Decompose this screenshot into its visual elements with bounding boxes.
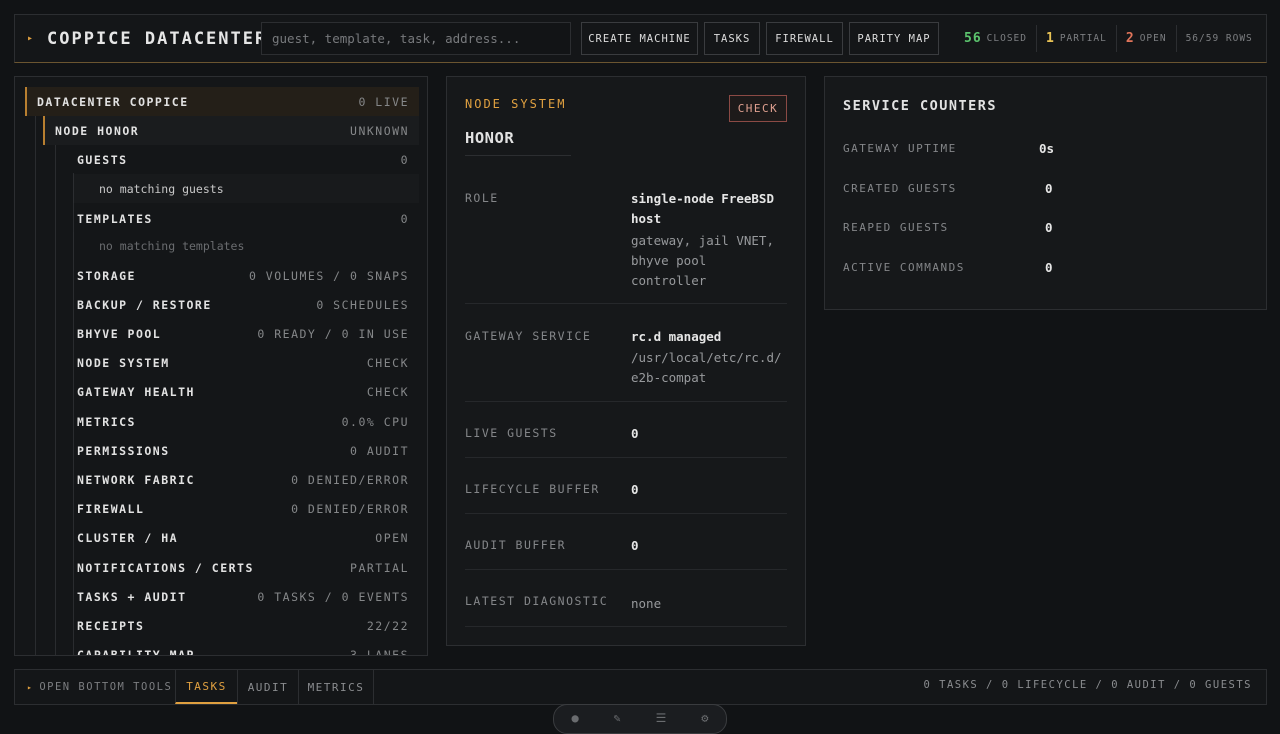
detail-row-latest-diagnostic: LATEST DIAGNOSTIC none: [465, 592, 787, 627]
templates-empty-message: no matching templates: [73, 232, 419, 260]
closed-count: 56 CLOSED: [964, 31, 1027, 46]
top-bar: ▸ COPPICE DATACENTER CREATE MACHINE TASK…: [14, 14, 1267, 63]
expand-caret-icon: ▸: [27, 682, 34, 692]
tree-item-capability-map[interactable]: CAPABILITY MAP 3 LANES: [77, 641, 419, 655]
tasks-button[interactable]: TASKS: [704, 22, 760, 55]
bottom-summary: 0 TASKS / 0 LIFECYCLE / 0 AUDIT / 0 GUES…: [923, 679, 1252, 691]
detail-row-live-guests: LIVE GUESTS 0: [465, 424, 787, 458]
service-counters-title: SERVICE COUNTERS: [843, 98, 998, 114]
counter-active-commands: ACTIVE COMMANDS 0: [843, 259, 1053, 275]
app-title: COPPICE DATACENTER: [47, 28, 268, 49]
open-bottom-tools-toggle[interactable]: ▸ OPEN BOTTOM TOOLS: [27, 670, 172, 704]
menu-icon[interactable]: ☰: [656, 711, 667, 725]
node-system-panel: NODE SYSTEM HONOR CHECK ROLE single-node…: [446, 76, 806, 646]
open-count: 2 OPEN: [1115, 25, 1176, 52]
node-title: HONOR: [465, 129, 571, 156]
create-machine-button[interactable]: CREATE MACHINE: [581, 22, 698, 55]
brush-icon[interactable]: ✎: [614, 711, 621, 725]
tree-item-firewall[interactable]: FIREWALL 0 DENIED/ERROR: [77, 495, 419, 524]
guests-empty-message: no matching guests: [73, 174, 419, 203]
firewall-button[interactable]: FIREWALL: [766, 22, 843, 55]
user-icon[interactable]: ●: [571, 711, 578, 725]
tree-item-node[interactable]: NODE HONOR UNKNOWN: [43, 116, 419, 145]
detail-row-audit-buffer: AUDIT BUFFER 0: [465, 536, 787, 570]
status-counts: 56 CLOSED 1 PARTIAL 2 OPEN 56/59 ROWS: [955, 15, 1262, 62]
tree-item-bhyve-pool[interactable]: BHYVE POOL 0 READY / 0 IN USE: [77, 319, 419, 348]
check-button[interactable]: CHECK: [729, 95, 787, 122]
collapse-caret-icon[interactable]: ▸: [27, 33, 39, 44]
detail-row-role: ROLE single-node FreeBSD host gateway, j…: [465, 189, 787, 304]
partial-count: 1 PARTIAL: [1035, 25, 1116, 52]
tree-item-metrics[interactable]: METRICS 0.0% CPU: [77, 407, 419, 436]
counter-gateway-uptime: GATEWAY UPTIME 0s: [843, 140, 1055, 156]
tree-item-node-system[interactable]: NODE SYSTEM CHECK: [77, 349, 419, 378]
tree-item-gateway-health[interactable]: GATEWAY HEALTH CHECK: [77, 378, 419, 407]
tree-item-network-fabric[interactable]: NETWORK FABRIC 0 DENIED/ERROR: [77, 465, 419, 494]
gear-icon[interactable]: ⚙: [701, 711, 708, 725]
tree-item-tasks-audit[interactable]: TASKS + AUDIT 0 TASKS / 0 EVENTS: [77, 582, 419, 611]
counter-reaped-guests: REAPED GUESTS 0: [843, 219, 1053, 235]
section-label: NODE SYSTEM: [465, 97, 567, 111]
resource-tree: DATACENTER COPPICE 0 LIVE NODE HONOR UNK…: [14, 76, 428, 656]
tree-guide: [35, 115, 36, 655]
detail-row-gateway-service: GATEWAY SERVICE rc.d managed /usr/local/…: [465, 327, 787, 402]
parity-map-button[interactable]: PARITY MAP: [849, 22, 939, 55]
counter-created-guests: CREATED GUESTS 0: [843, 180, 1053, 196]
service-counters-panel: SERVICE COUNTERS GATEWAY UPTIME 0s CREAT…: [824, 76, 1267, 310]
tree-item-notifications-certs[interactable]: NOTIFICATIONS / CERTS PARTIAL: [77, 553, 419, 582]
tree-item-backup-restore[interactable]: BACKUP / RESTORE 0 SCHEDULES: [77, 290, 419, 319]
row-count: 56/59 ROWS: [1175, 25, 1262, 52]
tab-audit[interactable]: AUDIT: [237, 670, 298, 704]
bottom-tools-bar: ▸ OPEN BOTTOM TOOLS TASKS AUDIT METRICS …: [14, 669, 1267, 705]
tree-item-guests[interactable]: GUESTS 0: [77, 145, 419, 174]
tree-item-receipts[interactable]: RECEIPTS 22/22: [77, 611, 419, 640]
tree-guide: [55, 144, 56, 655]
dock-toolbar: ● ✎ ☰ ⚙: [553, 704, 727, 734]
tree-item-cluster-ha[interactable]: CLUSTER / HA OPEN: [77, 524, 419, 553]
tree-item-datacenter[interactable]: DATACENTER COPPICE 0 LIVE: [25, 87, 419, 116]
tree-item-permissions[interactable]: PERMISSIONS 0 AUDIT: [77, 436, 419, 465]
tab-metrics[interactable]: METRICS: [298, 670, 374, 704]
tab-tasks[interactable]: TASKS: [175, 670, 237, 704]
tree-item-storage[interactable]: STORAGE 0 VOLUMES / 0 SNAPS: [77, 261, 419, 290]
detail-row-lifecycle-buffer: LIFECYCLE BUFFER 0: [465, 480, 787, 514]
tree-item-templates[interactable]: TEMPLATES 0: [77, 204, 419, 233]
search-input[interactable]: [261, 22, 571, 55]
